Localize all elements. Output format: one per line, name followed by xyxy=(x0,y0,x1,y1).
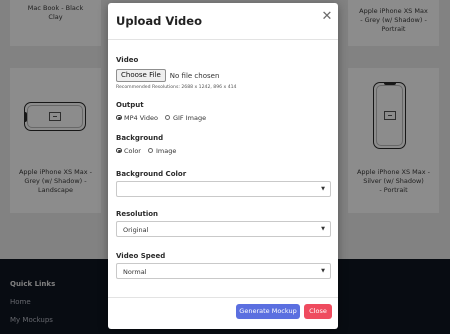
video-label: Video xyxy=(116,56,139,64)
background-label: Background xyxy=(116,134,164,142)
video-speed-value: Normal xyxy=(123,268,147,276)
background-option-color[interactable]: Color xyxy=(116,147,141,155)
no-file-text: No file chosen xyxy=(169,71,220,80)
output-option-mp4[interactable]: MP4 Video xyxy=(116,114,158,122)
recommended-resolutions-hint: Recommended Resolutions: 2688 x 1242, 89… xyxy=(116,85,237,90)
video-file-input[interactable]: Choose File No file chosen xyxy=(116,69,219,82)
output-label: Output xyxy=(116,101,144,109)
resolution-label: Resolution xyxy=(116,210,159,218)
generate-mockup-button[interactable]: Generate Mockup xyxy=(236,304,300,319)
close-icon[interactable]: ✕ xyxy=(321,10,333,23)
caret-down-icon: ▼ xyxy=(321,268,325,274)
radio-unchecked-icon[interactable] xyxy=(147,147,154,154)
upload-video-modal: Upload Video ✕ Video Choose File No file… xyxy=(108,3,338,329)
radio-checked-icon[interactable] xyxy=(116,114,122,121)
background-color-label: Background Color xyxy=(116,170,187,178)
radio-checked-icon[interactable] xyxy=(116,147,122,154)
resolution-select[interactable]: Original ▼ xyxy=(116,221,331,237)
background-color-select[interactable]: ▼ xyxy=(116,181,331,197)
close-button[interactable]: Close xyxy=(304,304,332,319)
output-option-gif[interactable]: GIF Image xyxy=(164,114,206,122)
radio-unchecked-icon[interactable] xyxy=(164,114,171,121)
resolution-value: Original xyxy=(123,226,149,234)
caret-down-icon: ▼ xyxy=(321,186,325,192)
caret-down-icon: ▼ xyxy=(321,226,325,232)
video-speed-label: Video Speed xyxy=(116,252,166,260)
background-option-image[interactable]: Image xyxy=(147,147,176,155)
choose-file-button[interactable]: Choose File xyxy=(116,69,166,82)
video-speed-select[interactable]: Normal ▼ xyxy=(116,263,331,279)
modal-header: Upload Video ✕ xyxy=(108,3,338,40)
output-radio-group: MP4 Video GIF Image xyxy=(116,113,213,122)
modal-title: Upload Video xyxy=(116,14,202,28)
background-radio-group: Color Image xyxy=(116,146,183,155)
